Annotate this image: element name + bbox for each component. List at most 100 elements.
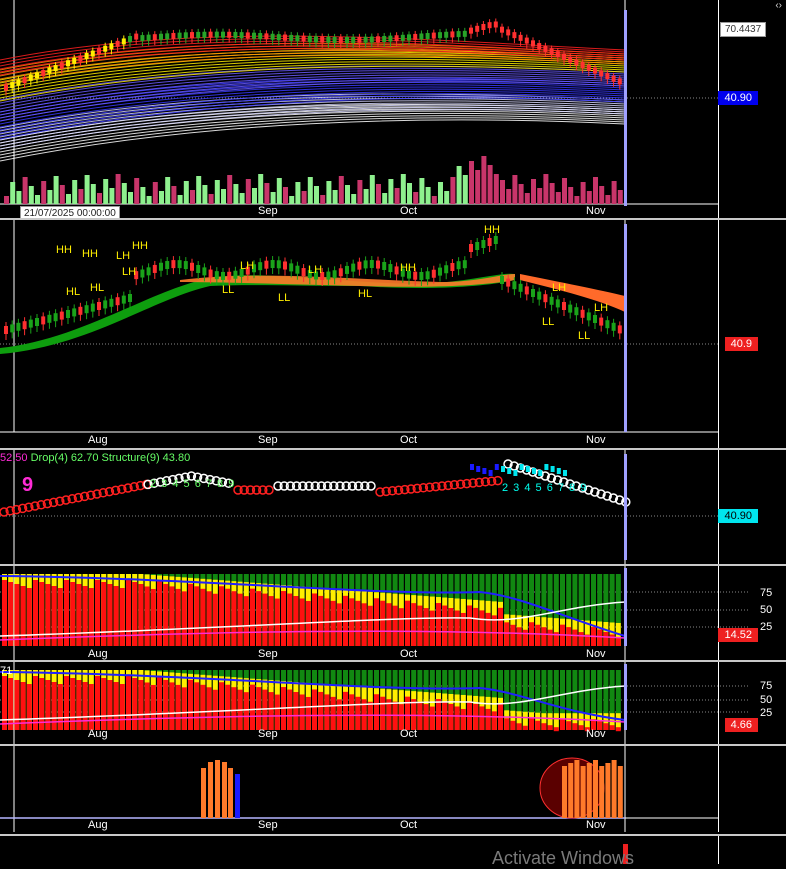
- candle-body: [543, 45, 548, 52]
- volume-bar: [276, 178, 282, 204]
- swing-label: HH: [82, 248, 98, 260]
- osc-bar-red: [479, 706, 485, 730]
- histogram-bar-blue: [235, 774, 240, 818]
- candle-body: [146, 34, 151, 41]
- osc-bar-red: [188, 583, 193, 646]
- sequential-pane[interactable]: 52.50 Drop(4) 62.70 Structure(9) 43.80 9…: [0, 450, 786, 564]
- candle-body: [487, 22, 492, 29]
- candle-body: [196, 265, 201, 274]
- volume-bar: [580, 182, 586, 204]
- volume-bar: [351, 194, 357, 204]
- axis-border: [718, 836, 719, 864]
- histogram-bar-orange: [580, 766, 586, 818]
- window-close-icon[interactable]: ‹›: [775, 0, 782, 11]
- candle-body: [4, 84, 8, 91]
- volume-bar: [227, 175, 233, 204]
- osc-bar-red: [33, 580, 38, 646]
- volume-bar: [555, 192, 561, 204]
- candle-body: [469, 244, 473, 252]
- level-50: 50: [760, 604, 773, 616]
- osc-bar-red: [219, 586, 224, 646]
- osc-bar-red: [522, 629, 528, 646]
- candle-body: [227, 31, 232, 38]
- candle-body: [611, 322, 616, 331]
- candle-body: [481, 240, 486, 248]
- candle-body: [314, 36, 318, 43]
- osc-bar-red: [535, 624, 541, 646]
- osc-bar-red: [293, 692, 299, 730]
- osc-bar-red: [243, 596, 249, 646]
- volume-bar: [140, 187, 146, 204]
- osc-bar-red: [541, 627, 547, 646]
- osc-bar-red: [491, 711, 497, 730]
- osc-bar-red: [175, 684, 181, 730]
- axis-border: [718, 450, 719, 564]
- osc-bar-red: [380, 696, 386, 730]
- candle-body: [568, 304, 573, 313]
- volume-bar: [400, 174, 406, 204]
- osc-bar-red: [349, 694, 355, 730]
- histogram-pane[interactable]: Aug Sep Oct Nov: [0, 746, 786, 832]
- osc-bar-red: [268, 692, 274, 730]
- volume-bar: [363, 189, 369, 204]
- volume-bar: [450, 177, 456, 204]
- volume-bar: [152, 182, 158, 204]
- osc-bar-red: [442, 605, 448, 646]
- volume-bar: [425, 187, 431, 204]
- month-label-oct: Oct: [400, 728, 418, 740]
- candle-body: [555, 51, 560, 58]
- candle-body: [376, 36, 380, 43]
- price-pane[interactable]: 70.4437 ‹› 40.90 Sep Oct Nov 21/07/2025 …: [0, 0, 786, 221]
- volume-bar: [568, 187, 574, 204]
- volume-bar: [10, 182, 16, 204]
- osc-bar-red: [188, 679, 193, 730]
- osc-bar-red: [132, 678, 138, 730]
- month-label-sep: Sep: [258, 728, 278, 740]
- candle-body: [456, 31, 461, 38]
- histogram-bar-orange: [617, 766, 623, 818]
- osc-bar-red: [615, 727, 621, 732]
- swing-label: LH: [240, 260, 255, 272]
- osc-bar-red: [504, 718, 510, 730]
- candle-body: [450, 262, 455, 271]
- osc-bar-red: [312, 593, 317, 646]
- osc-bar-red: [119, 588, 125, 646]
- activate-windows-watermark: Activate Windows: [492, 848, 635, 868]
- candle-body: [475, 25, 480, 32]
- osc-bar-red: [113, 586, 119, 646]
- oscillator-value-tag: 4.66: [724, 718, 758, 732]
- candle-body: [103, 300, 108, 309]
- osc-bar-red: [405, 696, 410, 730]
- crosshair-cursor: [624, 224, 627, 432]
- candle-body: [146, 267, 151, 276]
- candle-body: [115, 297, 120, 306]
- candle-body: [518, 34, 523, 41]
- bottom-pane[interactable]: [0, 836, 786, 864]
- volume-bar: [345, 185, 350, 204]
- oscillator-1-pane[interactable]: 75 50 25 14.52 Aug Sep Oct Nov: [0, 566, 786, 660]
- volume-bar: [617, 190, 623, 204]
- osc-bar-red: [150, 684, 156, 730]
- candle-body: [295, 35, 300, 42]
- candle-body: [245, 32, 250, 39]
- month-label-sep: Sep: [258, 648, 278, 660]
- osc-bar-red: [169, 682, 175, 730]
- candle-body: [295, 265, 300, 274]
- structure-pane[interactable]: 40.9 Aug Sep Oct Nov HH HH LH HH HL HL LH LH LH H…: [0, 220, 786, 448]
- candle-body: [53, 313, 58, 322]
- count-right: 2 3 4 5 6 7 8 9: [502, 482, 588, 494]
- volume-bar: [72, 180, 78, 204]
- osc-bar-red: [312, 689, 317, 730]
- oscillator-2-pane[interactable]: 71 75 50 25 4.66 Aug Sep Oct Nov: [0, 662, 786, 744]
- volume-bar: [431, 196, 437, 204]
- histogram-bar-orange: [215, 760, 220, 818]
- candle-body: [208, 269, 213, 278]
- candle-body: [121, 38, 126, 45]
- volume-bar: [462, 175, 468, 204]
- volume-bar: [413, 192, 419, 204]
- last-price-tag: 40.90: [718, 509, 758, 523]
- osc-bar-red: [429, 610, 435, 646]
- candle-body: [512, 32, 517, 39]
- osc-bar-red: [516, 627, 522, 646]
- histogram-bar-orange: [562, 766, 567, 818]
